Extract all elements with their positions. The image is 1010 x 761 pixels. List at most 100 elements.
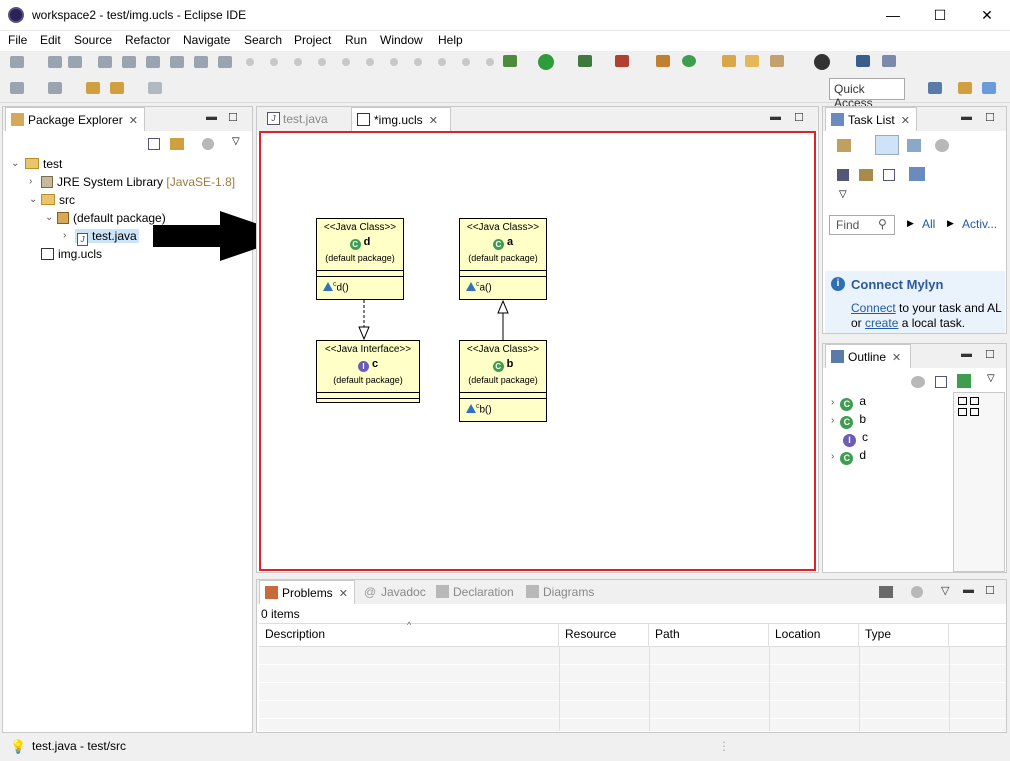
new-icon[interactable] [10, 56, 24, 68]
shape-icon[interactable] [414, 58, 422, 66]
menu-run[interactable]: Run [345, 33, 367, 47]
focus-icon[interactable] [911, 376, 925, 388]
shape-icon[interactable] [486, 58, 494, 66]
tab-package-explorer[interactable]: Package Explorer ✕ [5, 107, 145, 131]
task-find-input[interactable]: Find ⚲ [829, 215, 895, 235]
minimize-icon[interactable]: ▬ [961, 348, 972, 360]
expand-icon[interactable]: ⌄ [29, 191, 37, 209]
save-icon[interactable] [48, 56, 62, 68]
user-icon[interactable] [814, 54, 830, 70]
maximize-icon[interactable]: ☐ [228, 111, 238, 124]
search-tool-icon[interactable] [770, 55, 784, 67]
menu-file[interactable]: File [8, 33, 27, 47]
maximize-button[interactable]: ☐ [917, 0, 963, 31]
monitor-icon[interactable] [856, 55, 870, 67]
shape-icon[interactable] [318, 58, 326, 66]
link-editor-icon[interactable] [170, 138, 184, 150]
close-icon[interactable]: ✕ [129, 115, 138, 127]
external-tools-icon[interactable] [615, 55, 629, 67]
menu-refactor[interactable]: Refactor [125, 33, 170, 47]
minimize-icon[interactable]: ▬ [206, 111, 217, 123]
open-folder-icon[interactable] [745, 55, 759, 67]
quick-access-input[interactable]: Quick Access [829, 78, 905, 110]
view-menu-icon[interactable]: ▽ [941, 584, 949, 597]
maximize-icon[interactable]: ☐ [985, 584, 995, 597]
align-top-icon[interactable] [170, 56, 184, 68]
column-path[interactable]: Path [649, 624, 769, 648]
new-package-icon[interactable] [656, 55, 670, 67]
tree-item-default-package[interactable]: ⌄ (default package) [45, 209, 166, 227]
outline-item[interactable]: › Cd [831, 446, 866, 465]
column-resource[interactable]: Resource [559, 624, 649, 648]
minimize-button[interactable]: — [870, 0, 916, 31]
view-menu-icon[interactable]: ▽ [987, 373, 995, 384]
coverage-icon[interactable] [578, 55, 592, 67]
tree-item-src[interactable]: ⌄ src [29, 191, 75, 209]
sync-icon[interactable] [859, 169, 873, 181]
menu-help[interactable]: Help [438, 33, 463, 47]
collapse-icon[interactable]: › [831, 451, 834, 462]
column-type[interactable]: Type [859, 624, 949, 648]
debug-perspective-icon[interactable] [982, 82, 996, 94]
close-icon[interactable]: ✕ [339, 588, 348, 600]
back-arrow-icon[interactable] [110, 82, 124, 94]
collapse-icon[interactable]: › [29, 173, 32, 191]
last-edit-icon[interactable] [48, 82, 62, 94]
save-all-icon[interactable] [68, 56, 82, 68]
menu-edit[interactable]: Edit [40, 33, 61, 47]
view-menu-icon[interactable]: ▽ [232, 136, 240, 147]
menu-navigate[interactable]: Navigate [183, 33, 230, 47]
expand-icon[interactable]: ⌄ [45, 209, 53, 227]
shape-icon[interactable] [342, 58, 350, 66]
create-link[interactable]: create [865, 316, 898, 330]
tree-item-img-ucls[interactable]: img.ucls [41, 245, 102, 263]
align-icon[interactable] [98, 56, 112, 68]
focus-icon[interactable] [935, 139, 949, 152]
connect-link[interactable]: Connect [851, 301, 896, 315]
align-right-icon[interactable] [146, 56, 160, 68]
close-icon[interactable]: ✕ [892, 352, 901, 364]
open-type-icon[interactable] [722, 55, 736, 67]
tab-outline[interactable]: Outline ✕ [825, 344, 911, 368]
collapse-all-icon[interactable] [148, 138, 160, 150]
tree-item-jre[interactable]: › JRE System Library [JavaSE-1.8] [29, 173, 235, 191]
open-perspective-icon[interactable] [928, 82, 942, 94]
view-menu-icon[interactable]: ▽ [839, 189, 847, 200]
new-task-icon[interactable] [837, 139, 851, 152]
pin-icon[interactable] [882, 55, 896, 67]
shape-icon[interactable] [246, 58, 254, 66]
menu-project[interactable]: Project [294, 33, 331, 47]
tab-problems[interactable]: Problems ✕ [259, 580, 355, 604]
activate-link[interactable]: Activ... [962, 217, 997, 231]
tab-task-list[interactable]: Task List ✕ [825, 107, 917, 131]
categorized-icon[interactable] [875, 135, 899, 155]
tab-diagrams[interactable]: Diagrams [521, 580, 601, 604]
java-perspective-icon[interactable] [958, 82, 972, 94]
column-location[interactable]: Location [769, 624, 859, 648]
minimize-icon[interactable]: ▬ [961, 111, 972, 123]
outline-item[interactable]: › Ca [831, 392, 866, 411]
collapse-icon[interactable]: › [831, 397, 834, 408]
expand-icon[interactable]: ⌄ [11, 155, 19, 173]
collapse-all-icon[interactable] [883, 169, 895, 181]
tab-declaration[interactable]: Declaration [431, 580, 519, 604]
all-link[interactable]: All [922, 217, 935, 231]
history-icon[interactable] [10, 82, 24, 94]
align-center-icon[interactable] [122, 56, 136, 68]
focus-icon[interactable] [202, 138, 214, 150]
diagram-thumbnail[interactable] [953, 392, 1005, 572]
link-icon[interactable] [909, 167, 925, 181]
shape-icon[interactable] [366, 58, 374, 66]
shape-icon[interactable] [462, 58, 470, 66]
debug-icon[interactable] [503, 55, 517, 67]
align-middle-icon[interactable] [194, 56, 208, 68]
collapse-icon[interactable]: › [63, 227, 66, 245]
tree-item-project[interactable]: ⌄ test [11, 155, 62, 173]
maximize-icon[interactable]: ☐ [985, 348, 995, 361]
shape-icon[interactable] [438, 58, 446, 66]
align-bottom-icon[interactable] [218, 56, 232, 68]
close-icon[interactable]: ✕ [901, 115, 910, 127]
maximize-icon[interactable]: ☐ [985, 111, 995, 124]
back-icon[interactable] [86, 82, 100, 94]
outline-item[interactable]: Ic [843, 428, 868, 447]
